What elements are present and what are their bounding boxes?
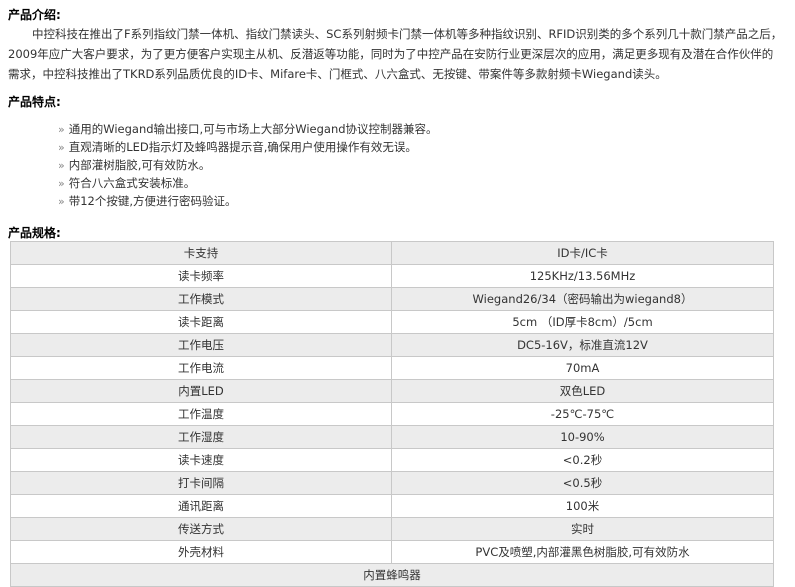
spec-row: 读卡频率 125KHz/13.56MHz: [10, 264, 774, 288]
intro-paragraph: 中控科技在推出了F系列指纹门禁一体机、指纹门禁读头、SC系列射频卡门禁一体机等多…: [8, 24, 783, 84]
spec-value: 100米: [391, 494, 774, 518]
spec-value: DC5-16V，标准直流12V: [391, 333, 774, 357]
product-page: 产品介绍: 中控科技在推出了F系列指纹门禁一体机、指纹门禁读头、SC系列射频卡门…: [0, 0, 795, 587]
specs-heading: 产品规格:: [8, 226, 61, 240]
spec-value: <0.5秒: [391, 471, 774, 495]
spec-value: -25℃-75℃: [391, 402, 774, 426]
feature-item: » 带12个按键,方便进行密码验证。: [58, 192, 438, 210]
spec-label: 卡支持: [10, 241, 392, 265]
feature-text: 直观清晰的LED指示灯及蜂鸣器提示音,确保用户使用操作有效无误。: [68, 140, 417, 154]
spec-label: 工作温度: [10, 402, 392, 426]
spec-value: PVC及喷塑,内部灌黑色树脂胶,可有效防水: [391, 540, 774, 564]
spec-row: 工作温度 -25℃-75℃: [10, 402, 774, 426]
spec-table: 卡支持 ID卡/IC卡 读卡频率 125KHz/13.56MHz 工作模式 Wiegand…: [10, 241, 774, 587]
bullet-icon: »: [58, 195, 65, 208]
spec-row: 通讯距离 100米: [10, 494, 774, 518]
spec-value: Wiegand26/34（密码输出为wiegand8）: [391, 287, 774, 311]
spec-value: ID卡/IC卡: [391, 241, 774, 265]
spec-row: 传送方式 实时: [10, 517, 774, 541]
spec-value: 125KHz/13.56MHz: [391, 264, 774, 288]
spec-row: 工作模式 Wiegand26/34（密码输出为wiegand8）: [10, 287, 774, 311]
feature-text: 通用的Wiegand输出接口,可与市场上大部分Wiegand协议控制器兼容。: [68, 122, 438, 136]
spec-label: 工作模式: [10, 287, 392, 311]
spec-row: 内置LED 双色LED: [10, 379, 774, 403]
spec-value: 实时: [391, 517, 774, 541]
spec-label: 读卡频率: [10, 264, 392, 288]
spec-label: 通讯距离: [10, 494, 392, 518]
spec-row: 外壳材料 PVC及喷塑,内部灌黑色树脂胶,可有效防水: [10, 540, 774, 564]
feature-item: » 通用的Wiegand输出接口,可与市场上大部分Wiegand协议控制器兼容。: [58, 120, 438, 138]
feature-item: » 符合八六盒式安装标准。: [58, 174, 438, 192]
spec-value: <0.2秒: [391, 448, 774, 472]
feature-item: » 内部灌树脂胶,可有效防水。: [58, 156, 438, 174]
feature-text: 内部灌树脂胶,可有效防水。: [68, 158, 211, 172]
spec-row: 读卡速度 <0.2秒: [10, 448, 774, 472]
bullet-icon: »: [58, 123, 65, 136]
spec-full-row: 内置蜂鸣器: [10, 563, 774, 587]
spec-label: 内置LED: [10, 379, 392, 403]
intro-heading: 产品介绍:: [8, 8, 61, 22]
spec-value: 70mA: [391, 356, 774, 380]
bullet-icon: »: [58, 159, 65, 172]
spec-row: 工作湿度 10-90%: [10, 425, 774, 449]
feature-text: 符合八六盒式安装标准。: [68, 176, 196, 190]
spec-row: 工作电流 70mA: [10, 356, 774, 380]
spec-row: 工作电压 DC5-16V，标准直流12V: [10, 333, 774, 357]
intro-text: 中控科技在推出了F系列指纹门禁一体机、指纹门禁读头、SC系列射频卡门禁一体机等多…: [8, 27, 783, 81]
spec-label: 工作湿度: [10, 425, 392, 449]
spec-label: 工作电流: [10, 356, 392, 380]
features-heading: 产品特点:: [8, 95, 61, 109]
spec-row: 打卡间隔 <0.5秒: [10, 471, 774, 495]
spec-label: 打卡间隔: [10, 471, 392, 495]
spec-label: 读卡距离: [10, 310, 392, 334]
spec-label: 工作电压: [10, 333, 392, 357]
spec-value: 10-90%: [391, 425, 774, 449]
spec-value: 5cm （ID厚卡8cm）/5cm: [391, 310, 774, 334]
spec-row: 读卡距离 5cm （ID厚卡8cm）/5cm: [10, 310, 774, 334]
features-list: » 通用的Wiegand输出接口,可与市场上大部分Wiegand协议控制器兼容。»…: [58, 120, 438, 210]
spec-label: 传送方式: [10, 517, 392, 541]
spec-label: 外壳材料: [10, 540, 392, 564]
bullet-icon: »: [58, 177, 65, 190]
spec-value: 双色LED: [391, 379, 774, 403]
bullet-icon: »: [58, 141, 65, 154]
spec-label: 读卡速度: [10, 448, 392, 472]
feature-text: 带12个按键,方便进行密码验证。: [68, 194, 237, 208]
feature-item: » 直观清晰的LED指示灯及蜂鸣器提示音,确保用户使用操作有效无误。: [58, 138, 438, 156]
spec-row: 内置蜂鸣器: [10, 563, 774, 587]
spec-row: 卡支持 ID卡/IC卡: [10, 241, 774, 265]
